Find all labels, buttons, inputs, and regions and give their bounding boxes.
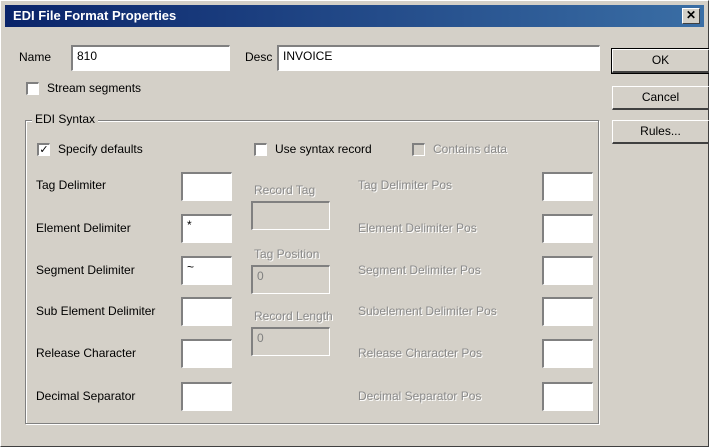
element-delimiter-label: Element Delimiter — [36, 221, 131, 235]
decimal-separator-pos-field[interactable] — [542, 382, 593, 411]
tag-delimiter-pos-field[interactable] — [542, 172, 593, 201]
contains-data-checkbox — [412, 143, 425, 156]
segment-delimiter-pos-field[interactable] — [542, 256, 593, 285]
desc-field[interactable]: INVOICE — [277, 45, 600, 71]
title-bar[interactable]: EDI File Format Properties ✕ — [5, 5, 704, 27]
rules-button[interactable]: Rules... — [612, 120, 709, 144]
decimal-separator-field[interactable] — [181, 382, 232, 411]
contains-data-label: Contains data — [433, 142, 508, 156]
element-delimiter-pos-label: Element Delimiter Pos — [358, 221, 477, 235]
segment-delimiter-field[interactable]: ~ — [181, 256, 232, 285]
name-field[interactable]: 810 — [71, 45, 230, 71]
release-character-label: Release Character — [36, 346, 137, 360]
name-label: Name — [19, 50, 52, 64]
subelement-delimiter-pos-field[interactable] — [542, 297, 593, 326]
cancel-button[interactable]: Cancel — [612, 86, 709, 110]
record-length-field: 0 — [251, 327, 330, 356]
tag-delimiter-label: Tag Delimiter — [36, 178, 107, 192]
release-character-pos-label: Release Character Pos — [358, 346, 483, 360]
sub-element-delimiter-field[interactable] — [181, 297, 232, 326]
stream-segments-checkbox[interactable] — [26, 82, 39, 95]
sub-element-delimiter-label: Sub Element Delimiter — [36, 304, 156, 318]
ok-button[interactable]: OK — [611, 48, 709, 74]
release-character-pos-field[interactable] — [542, 339, 593, 368]
record-tag-field — [251, 201, 330, 230]
subelement-delimiter-pos-label: Subelement Delimiter Pos — [358, 304, 497, 318]
stream-segments-label: Stream segments — [47, 81, 142, 95]
element-delimiter-field[interactable]: * — [181, 214, 232, 243]
decimal-separator-label: Decimal Separator — [36, 389, 136, 403]
segment-delimiter-label: Segment Delimiter — [36, 263, 135, 277]
decimal-separator-pos-label: Decimal Separator Pos — [358, 389, 482, 403]
tag-delimiter-field[interactable] — [181, 172, 232, 201]
use-syntax-record-label: Use syntax record — [275, 142, 372, 156]
record-tag-label: Record Tag — [254, 183, 316, 197]
tag-delimiter-pos-label: Tag Delimiter Pos — [358, 178, 453, 192]
edi-syntax-group-label: EDI Syntax — [32, 112, 99, 126]
close-icon[interactable]: ✕ — [682, 8, 700, 24]
segment-delimiter-pos-label: Segment Delimiter Pos — [358, 263, 481, 277]
release-character-field[interactable] — [181, 339, 232, 368]
tag-position-field: 0 — [251, 265, 330, 294]
record-length-label: Record Length — [254, 309, 333, 323]
desc-label: Desc — [245, 50, 273, 64]
tag-position-label: Tag Position — [254, 247, 320, 261]
element-delimiter-pos-field[interactable] — [542, 214, 593, 243]
window-title: EDI File Format Properties — [13, 8, 177, 23]
use-syntax-record-checkbox[interactable] — [254, 143, 267, 156]
dialog-window: EDI File Format Properties ✕ Name 810 De… — [0, 0, 709, 447]
specify-defaults-checkbox[interactable]: ✓ — [37, 143, 50, 156]
specify-defaults-label: Specify defaults — [58, 142, 143, 156]
